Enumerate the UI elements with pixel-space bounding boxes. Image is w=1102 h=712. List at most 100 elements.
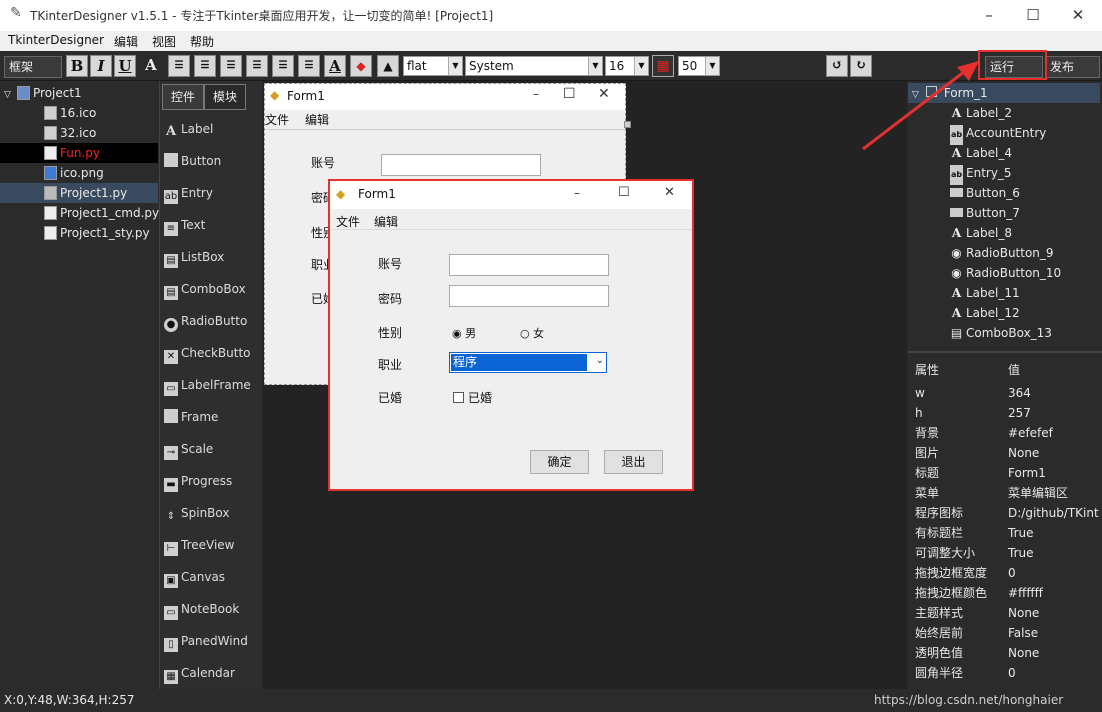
property-row[interactable]: 始终居前 False [908, 623, 1102, 643]
align-right-icon[interactable]: ☰ [220, 55, 242, 77]
widget-label[interactable]: A Label [164, 117, 213, 141]
run-menu-edit[interactable]: 编辑 [374, 213, 398, 230]
password-entry[interactable] [449, 285, 609, 307]
tree-node-component[interactable]: Button_7 [908, 203, 1100, 223]
frame-dropdown[interactable]: 框架 [4, 56, 62, 78]
exit-button[interactable]: 退出 [604, 450, 663, 474]
tree-node-component[interactable]: Button_6 [908, 183, 1100, 203]
widget-labelframe[interactable]: ▭ LabelFrame [164, 373, 251, 397]
bold-button[interactable]: B [66, 55, 88, 77]
tree-node-component[interactable]: ◉ RadioButton_10 [908, 263, 1100, 283]
font-button[interactable]: A [140, 55, 162, 77]
widget-text[interactable]: ≡ Text [164, 213, 205, 237]
design-account-entry[interactable] [381, 154, 541, 176]
run-menu-file[interactable]: 文件 [336, 213, 360, 230]
align-top-icon[interactable]: ☰ [246, 55, 268, 77]
font-size-select[interactable]: 16 ▼ [605, 56, 649, 76]
design-menu-edit[interactable]: 编辑 [305, 111, 329, 128]
property-row[interactable]: 有标题栏 True [908, 523, 1102, 543]
menu-help[interactable]: 帮助 [190, 33, 214, 50]
tree-node-component[interactable]: A Label_11 [908, 283, 1100, 303]
resize-handle[interactable] [624, 121, 631, 128]
widget-listbox[interactable]: ▤ ListBox [164, 245, 224, 269]
relief-select[interactable]: flat ▼ [403, 56, 463, 76]
maximize-icon[interactable]: ☐ [618, 185, 630, 200]
grid-size-select[interactable]: 50 ▼ [678, 56, 720, 76]
align-bottom-icon[interactable]: ☰ [298, 55, 320, 77]
widget-scale[interactable]: ⊸ Scale [164, 437, 213, 461]
grid-icon[interactable]: ▦ [652, 55, 674, 77]
tree-node-file[interactable]: ico.png [0, 163, 158, 183]
align-center-icon[interactable]: ☰ [194, 55, 216, 77]
close-button[interactable]: ✕ [1055, 0, 1101, 31]
radio-male[interactable]: ◉ 男 [452, 325, 476, 341]
property-row[interactable]: 拖拽边框宽度 0 [908, 563, 1102, 583]
widget-checkbutton[interactable]: ✕ CheckButto [164, 341, 251, 365]
property-row[interactable]: 可调整大小 True [908, 543, 1102, 563]
undo-icon[interactable]: ↺ [826, 55, 848, 77]
tree-node-file[interactable]: Fun.py [0, 143, 158, 163]
chevron-down-icon[interactable]: ⌄ [596, 355, 604, 366]
minimize-button[interactable]: – [966, 0, 1012, 31]
tree-node-file[interactable]: Project1_sty.py [0, 223, 158, 243]
property-row[interactable]: h 257 [908, 403, 1102, 423]
align-left-icon[interactable]: ☰ [168, 55, 190, 77]
minimize-icon[interactable]: – [574, 186, 580, 200]
tree-node-component[interactable]: ab Entry_5 [908, 163, 1100, 185]
widget-combobox[interactable]: ▤ ComboBox [164, 277, 246, 301]
text-color-icon[interactable]: A [324, 55, 346, 77]
tree-node-file[interactable]: Project1.py [0, 183, 158, 203]
widget-canvas[interactable]: ▣ Canvas [164, 565, 225, 589]
married-checkbox[interactable]: 已婚 [453, 389, 492, 406]
design-canvas[interactable]: ◆ Form1 – ☐ ✕ 文件 编辑 账号 密码 性别 职业 已婚 ◆ For… [262, 81, 907, 689]
widget-treeview[interactable]: ⊢ TreeView [164, 533, 234, 557]
property-row[interactable]: 背景 #efefef [908, 423, 1102, 443]
property-row[interactable]: 主题样式 None [908, 603, 1102, 623]
fill-color-icon[interactable]: ◆ [350, 55, 372, 77]
tree-node-component[interactable]: A Label_8 [908, 223, 1100, 243]
tree-node-component[interactable]: ◉ RadioButton_9 [908, 243, 1100, 263]
menu-tkinterdesigner[interactable]: TkinterDesigner [8, 33, 104, 47]
tree-node-component[interactable]: ▤ ComboBox_13 [908, 323, 1100, 343]
underline-button[interactable]: U [114, 55, 136, 77]
tree-node-file[interactable]: 32.ico [0, 123, 158, 143]
maximize-icon[interactable]: ☐ [563, 86, 576, 102]
tree-node-file[interactable]: 16.ico [0, 103, 158, 123]
radio-female[interactable]: ○ 女 [520, 325, 544, 341]
widget-panedwindow[interactable]: ▯ PanedWind [164, 629, 248, 653]
menu-edit[interactable]: 编辑 [114, 33, 138, 50]
property-row[interactable]: 菜单 菜单编辑区 [908, 483, 1102, 503]
widget-frame[interactable]: Frame [164, 405, 218, 429]
widget-progress[interactable]: ▬ Progress [164, 469, 232, 493]
close-icon[interactable]: ✕ [664, 185, 675, 200]
property-row[interactable]: 图片 None [908, 443, 1102, 463]
widget-radiobutton[interactable]: ● RadioButto [164, 309, 247, 333]
ok-button[interactable]: 确定 [530, 450, 589, 474]
align-middle-icon[interactable]: ☰ [272, 55, 294, 77]
design-menu-file[interactable]: 文件 [265, 111, 289, 128]
widget-spinbox[interactable]: ⇕ SpinBox [164, 501, 230, 525]
tree-node-component[interactable]: A Label_12 [908, 303, 1100, 323]
property-row[interactable]: 透明色值 None [908, 643, 1102, 663]
tab-modules[interactable]: 模块 [204, 84, 246, 110]
tab-controls[interactable]: 控件 [162, 84, 204, 110]
close-icon[interactable]: ✕ [598, 86, 610, 102]
property-row[interactable]: 拖拽边框颜色 #ffffff [908, 583, 1102, 603]
publish-button[interactable]: 发布 [1045, 56, 1100, 78]
minimize-icon[interactable]: – [533, 87, 539, 101]
widget-calendar[interactable]: ▦ Calendar [164, 661, 235, 685]
tree-node-project1[interactable]: ▽ Project1 [0, 83, 158, 103]
property-row[interactable]: w 364 [908, 383, 1102, 403]
font-family-select[interactable]: System ▼ [465, 56, 603, 76]
widget-notebook[interactable]: ▭ NoteBook [164, 597, 239, 621]
property-row[interactable]: 圆角半径 0 [908, 663, 1102, 683]
design-label-account[interactable]: 账号 [311, 154, 335, 171]
maximize-button[interactable]: ☐ [1010, 0, 1056, 31]
property-row[interactable]: 程序图标 D:/github/TKint [908, 503, 1102, 523]
italic-button[interactable]: I [90, 55, 112, 77]
widget-entry[interactable]: ab Entry [164, 181, 213, 205]
property-row[interactable]: 标题 Form1 [908, 463, 1102, 483]
image-icon[interactable]: ▲ [377, 55, 399, 77]
tree-node-file[interactable]: Project1_cmd.py [0, 203, 159, 223]
widget-button[interactable]: Button [164, 149, 221, 173]
